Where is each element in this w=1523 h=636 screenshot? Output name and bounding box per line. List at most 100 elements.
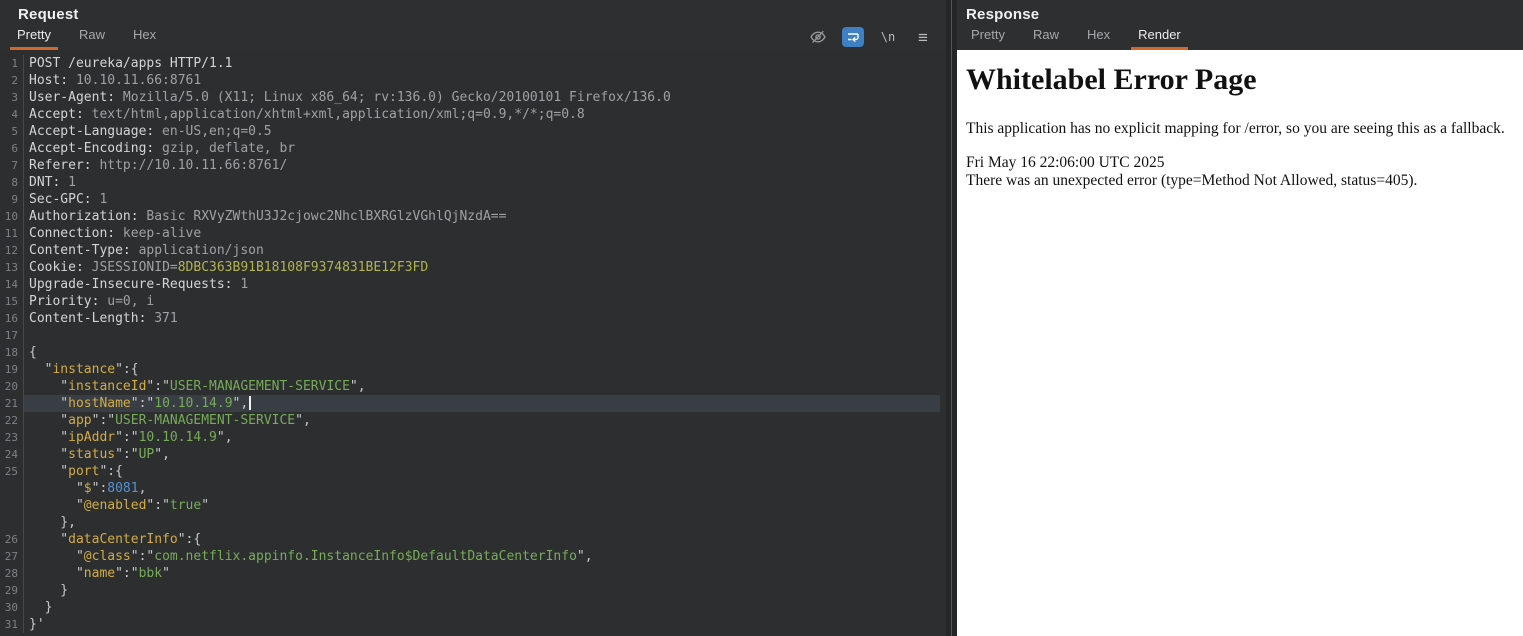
code-line[interactable]: 21 "hostName":"10.10.14.9", [0,395,940,412]
tab-hex[interactable]: Hex [126,23,163,50]
line-number: 8 [0,174,24,191]
line-number: 26 [0,531,24,548]
text-caret [249,395,252,410]
code-text: Accept-Language: en-US,en;q=0.5 [29,124,272,139]
code-line[interactable]: 19 "instance":{ [0,361,940,378]
line-number: 22 [0,412,24,429]
line-number: 4 [0,106,24,123]
code-line[interactable]: 12 Content-Type: application/json [0,242,940,259]
code-line[interactable]: 5 Accept-Language: en-US,en;q=0.5 [0,123,940,140]
code-line[interactable]: 7 Referer: http://10.10.11.66:8761/ [0,157,940,174]
show-newlines-button[interactable]: \n [877,27,899,47]
line-number [0,480,24,497]
code-line[interactable]: 29 } [0,582,940,599]
code-text: Authorization: Basic RXVyZWthU3J2cjowc2N… [29,209,507,224]
code-text: "$":8081, [29,481,147,496]
code-line[interactable]: 4 Accept: text/html,application/xhtml+xml… [0,106,940,123]
code-text: Content-Length: 371 [29,311,178,326]
code-text: "instanceId":"USER-MANAGEMENT-SERVICE", [29,379,366,394]
panel-splitter[interactable] [946,0,957,636]
wrap-lines-button[interactable] [842,27,864,47]
code-line[interactable]: }, [0,514,940,531]
code-text: Upgrade-Insecure-Requests: 1 [29,277,249,292]
code-line[interactable]: 27 "@class":"com.netflix.appinfo.Instanc… [0,548,940,565]
eye-slash-icon [810,30,826,44]
line-number: 18 [0,344,24,361]
tab-pretty[interactable]: Pretty [964,23,1012,50]
hide-nonprinting-button[interactable] [807,27,829,47]
code-line[interactable]: 1 POST /eureka/apps HTTP/1.1 [0,55,940,72]
code-line[interactable]: "@enabled":"true" [0,497,940,514]
code-line[interactable]: 13 Cookie: JSESSIONID=8DBC363B91B18108F93… [0,259,940,276]
code-line[interactable]: 28 "name":"bbk" [0,565,940,582]
code-line[interactable]: 24 "status":"UP", [0,446,940,463]
code-line[interactable]: 6 Accept-Encoding: gzip, deflate, br [0,140,940,157]
line-number: 29 [0,582,24,599]
line-number: 20 [0,378,24,395]
code-text: } [29,600,53,615]
code-line[interactable]: 2 Host: 10.10.11.66:8761 [0,72,940,89]
line-number: 31 [0,616,24,633]
tab-raw[interactable]: Raw [72,23,112,50]
response-panel-header: Response Pretty Raw Hex Render [957,0,1523,50]
request-tabbar: Pretty Raw Hex [0,23,177,50]
code-line[interactable]: 8 DNT: 1 [0,174,940,191]
error-page-detail: There was an unexpected error (type=Meth… [966,172,1418,189]
line-number: 11 [0,225,24,242]
code-line[interactable]: 9 Sec-GPC: 1 [0,191,940,208]
code-line[interactable]: 23 "ipAddr":"10.10.14.9", [0,429,940,446]
code-text: Priority: u=0, i [29,294,155,309]
code-text: "port":{ [29,464,123,479]
code-text: Sec-GPC: 1 [29,192,108,207]
code-line[interactable]: 20 "instanceId":"USER-MANAGEMENT-SERVICE… [0,378,940,395]
error-page-timestamp: Fri May 16 22:06:00 UTC 2025 [966,154,1165,171]
error-page-heading: Whitelabel Error Page [966,63,1257,96]
line-number: 13 [0,259,24,276]
code-line[interactable]: 26 "dataCenterInfo":{ [0,531,940,548]
code-text: "@class":"com.netflix.appinfo.InstanceIn… [29,549,593,564]
line-number: 9 [0,191,24,208]
code-line[interactable]: 14 Upgrade-Insecure-Requests: 1 [0,276,940,293]
code-line[interactable]: 16 Content-Length: 371 [0,310,940,327]
code-line[interactable]: "$":8081, [0,480,940,497]
code-line[interactable]: 30 } [0,599,940,616]
request-panel-header: Request Pretty Raw Hex \n ≡ [0,0,946,50]
code-line[interactable]: 11 Connection: keep-alive [0,225,940,242]
tab-raw[interactable]: Raw [1026,23,1066,50]
newline-icon: \n [880,30,896,44]
menu-icon: ≡ [918,27,928,47]
code-text: } [29,583,69,598]
response-panel: Response Pretty Raw Hex Render Whitelabel E… [957,0,1523,636]
code-text: }' [29,617,45,632]
code-text: "dataCenterInfo":{ [29,532,202,547]
line-number: 23 [0,429,24,446]
line-number: 19 [0,361,24,378]
tab-pretty[interactable]: Pretty [10,23,58,50]
code-text: "name":"bbk" [29,566,170,581]
response-panel-title: Response [966,6,1040,23]
code-text: Cookie: JSESSIONID=8DBC363B91B18108F9374… [29,260,429,275]
line-number: 27 [0,548,24,565]
code-line[interactable]: 15 Priority: u=0, i [0,293,940,310]
code-text: "ipAddr":"10.10.14.9", [29,430,233,445]
tab-render[interactable]: Render [1131,23,1188,50]
line-number: 28 [0,565,24,582]
line-number: 6 [0,140,24,157]
code-line[interactable]: 10 Authorization: Basic RXVyZWthU3J2cjowc… [0,208,940,225]
code-text: "app":"USER-MANAGEMENT-SERVICE", [29,413,311,428]
line-number: 21 [0,395,24,412]
code-line[interactable]: 18 { [0,344,940,361]
code-line[interactable]: 22 "app":"USER-MANAGEMENT-SERVICE", [0,412,940,429]
code-line[interactable]: 25 "port":{ [0,463,940,480]
line-number: 24 [0,446,24,463]
request-editor[interactable]: 1 POST /eureka/apps HTTP/1.1 2 Host: 10.10.… [0,50,946,636]
tab-hex[interactable]: Hex [1080,23,1117,50]
editor-menu-button[interactable]: ≡ [912,27,934,47]
code-line[interactable]: 17 [0,327,940,344]
code-line[interactable]: 3 User-Agent: Mozilla/5.0 (X11; Linux x86… [0,89,940,106]
code-line[interactable]: 31 }' [0,616,940,633]
request-panel-title: Request [18,6,79,23]
request-editor-toolbar: \n ≡ [807,26,934,48]
line-number: 17 [0,327,24,344]
